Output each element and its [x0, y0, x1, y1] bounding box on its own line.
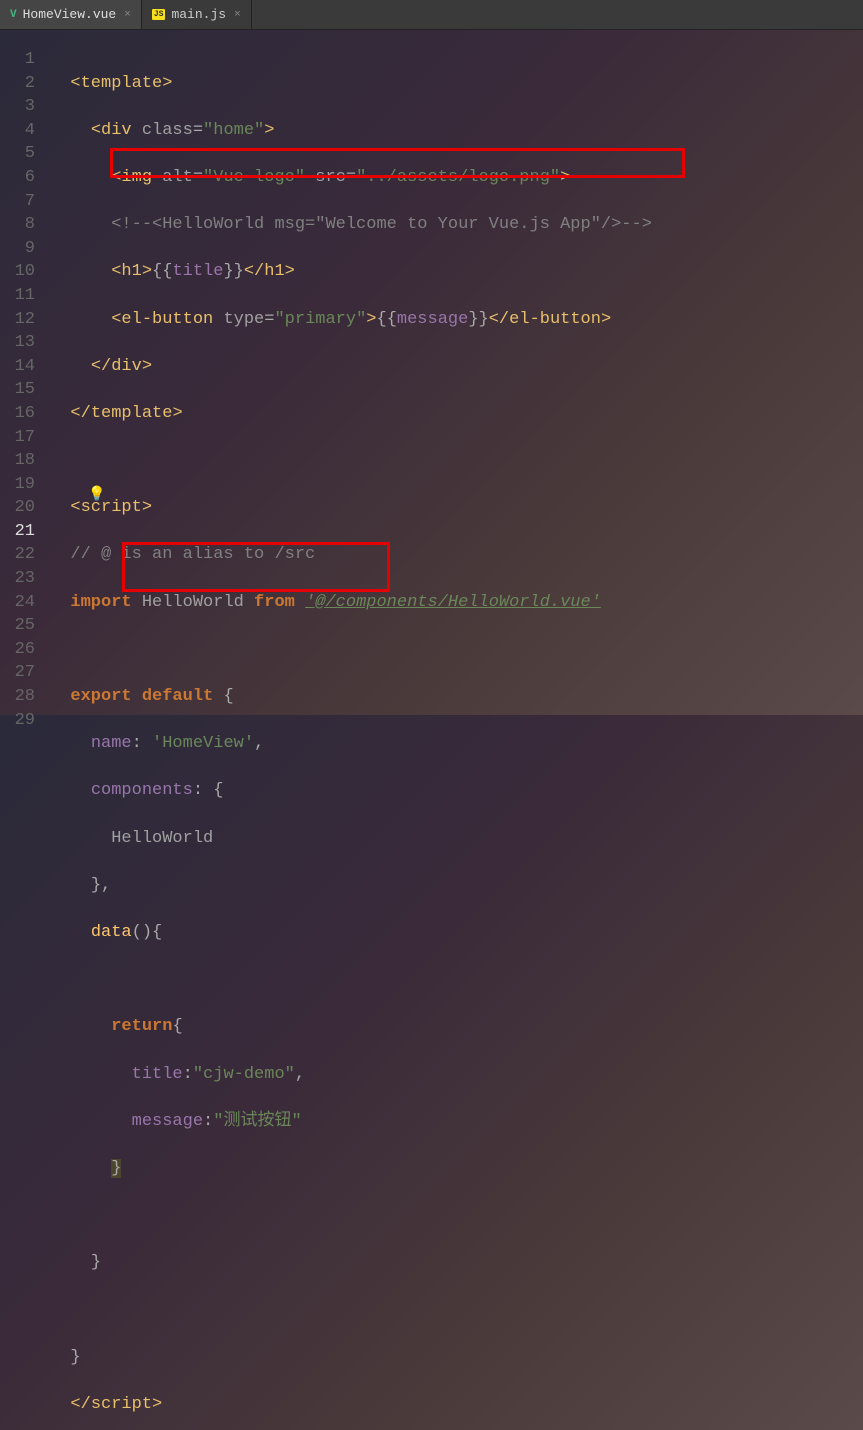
code-line: <img alt="Vue logo" src="../assets/logo.… [50, 166, 863, 190]
line-number: 18 [0, 449, 35, 473]
code-line: // @ is an alias to /src [50, 543, 863, 567]
line-number: 8 [0, 213, 35, 237]
line-number: 2 [0, 72, 35, 96]
code-line: data(){ [50, 921, 863, 945]
line-number: 6 [0, 166, 35, 190]
code-line: <template> [50, 72, 863, 96]
code-line: <el-button type="primary">{{message}}</e… [50, 308, 863, 332]
line-number: 25 [0, 614, 35, 638]
line-number: 13 [0, 331, 35, 355]
code-line: } [50, 1251, 863, 1275]
line-number: 26 [0, 638, 35, 662]
vue-icon: V [10, 9, 17, 21]
line-number: 16 [0, 402, 35, 426]
line-number: 15 [0, 378, 35, 402]
code-line: return{ [50, 1015, 863, 1039]
editor: 1 2 3 4 5 6 7 8 9 10 11 12 13 14 15 16 1… [0, 30, 863, 715]
code-line: message:"测试按钮" [50, 1110, 863, 1134]
lightbulb-icon[interactable]: 💡 [88, 486, 105, 503]
line-number: 17 [0, 426, 35, 450]
line-number: 11 [0, 284, 35, 308]
code-line: }, [50, 874, 863, 898]
line-number: 14 [0, 355, 35, 379]
tab-bar: V HomeView.vue × JS main.js × [0, 0, 863, 30]
line-number: 29 [0, 709, 35, 733]
code-line: import HelloWorld from '@/components/Hel… [50, 591, 863, 615]
line-gutter: 1 2 3 4 5 6 7 8 9 10 11 12 13 14 15 16 1… [0, 30, 50, 715]
code-line [50, 638, 863, 662]
code-line: export default { [50, 685, 863, 709]
code-line [50, 449, 863, 473]
line-number: 21 [0, 520, 35, 544]
line-number: 10 [0, 260, 35, 284]
line-number: 28 [0, 685, 35, 709]
line-number: 24 [0, 591, 35, 615]
code-line: components: { [50, 779, 863, 803]
code-line: title:"cjw-demo", [50, 1063, 863, 1087]
code-line: <h1>{{title}}</h1> [50, 260, 863, 284]
tab-label: HomeView.vue [23, 7, 117, 22]
line-number: 12 [0, 308, 35, 332]
line-number: 22 [0, 543, 35, 567]
code-line: } [50, 1346, 863, 1370]
code-line: </div> [50, 355, 863, 379]
close-icon[interactable]: × [234, 9, 241, 21]
code-line [50, 968, 863, 992]
line-number: 20 [0, 496, 35, 520]
line-number: 27 [0, 661, 35, 685]
code-line: HelloWorld [50, 827, 863, 851]
line-number: 1 [0, 48, 35, 72]
line-number: 19 [0, 473, 35, 497]
tab-mainjs[interactable]: JS main.js × [142, 0, 252, 29]
code-line: name: 'HomeView', [50, 732, 863, 756]
tab-homeview[interactable]: V HomeView.vue × [0, 0, 142, 29]
js-icon: JS [152, 9, 166, 20]
code-line: <div class="home"> [50, 119, 863, 143]
line-number: 7 [0, 190, 35, 214]
line-number: 3 [0, 95, 35, 119]
code-line: <!--<HelloWorld msg="Welcome to Your Vue… [50, 213, 863, 237]
code-line [50, 1298, 863, 1322]
line-number: 9 [0, 237, 35, 261]
line-number: 5 [0, 142, 35, 166]
code-line: <script> [50, 496, 863, 520]
code-line: } [50, 1157, 863, 1181]
code-line [50, 1204, 863, 1228]
close-icon[interactable]: × [124, 9, 131, 21]
code-line: </script> [50, 1393, 863, 1417]
code-area[interactable]: <template> <div class="home"> <img alt="… [50, 30, 863, 715]
line-number: 23 [0, 567, 35, 591]
tab-label: main.js [171, 7, 226, 22]
code-line: </template> [50, 402, 863, 426]
line-number: 4 [0, 119, 35, 143]
